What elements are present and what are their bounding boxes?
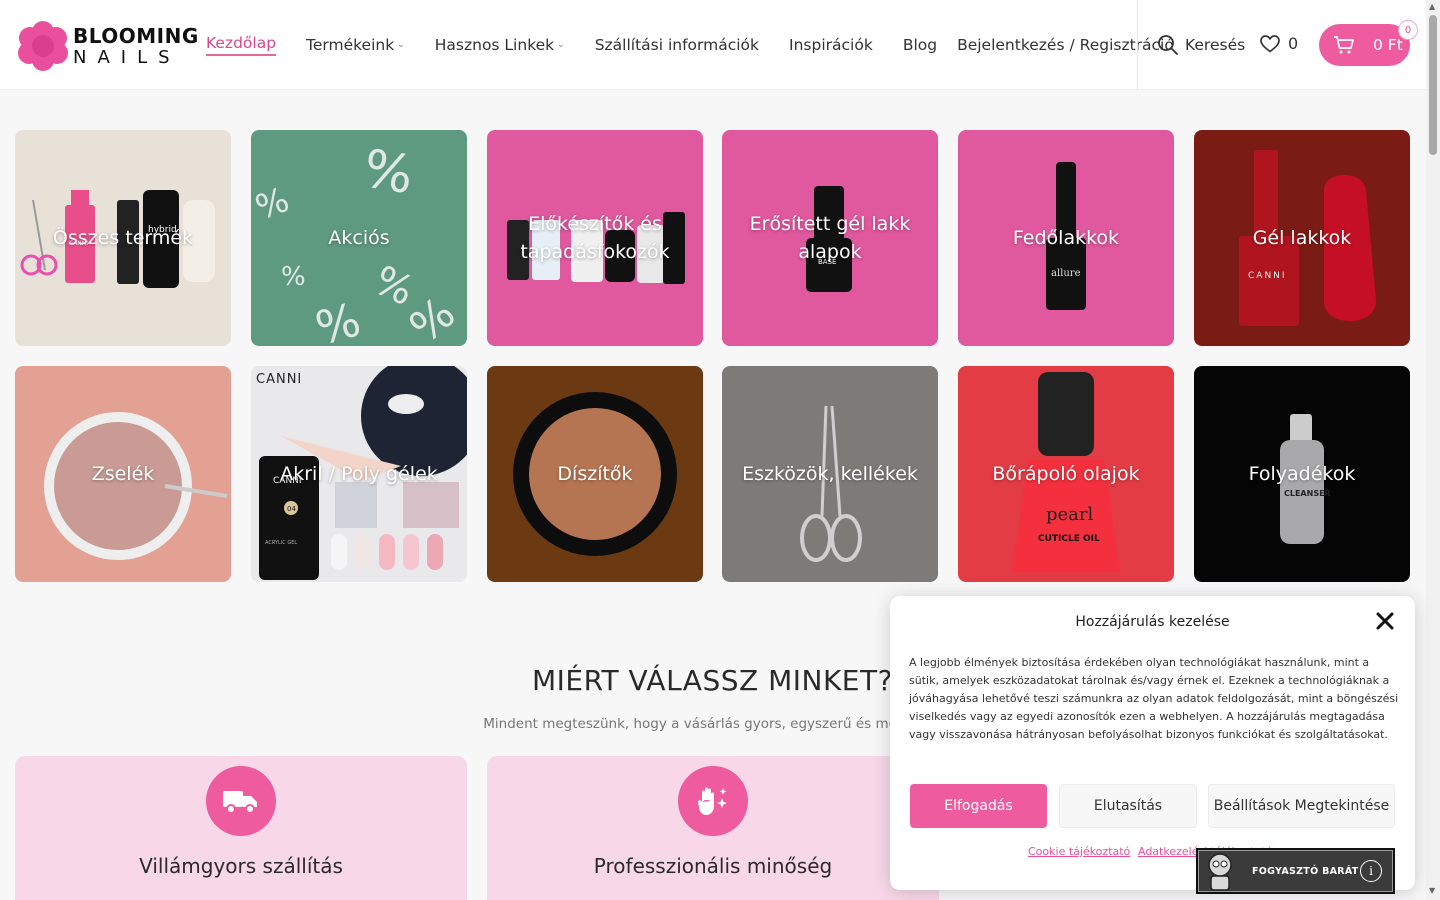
category-tile-gel-polish[interactable]: CANNI Gél lakkok xyxy=(1194,130,1410,346)
search-label: Keresés xyxy=(1185,36,1246,54)
category-label: Gél lakkok xyxy=(1252,227,1352,249)
cookie-consent-dialog: Hozzájárulás kezelése A legjobb élmények… xyxy=(890,596,1415,890)
feature-title: Professzionális minőség xyxy=(593,854,833,878)
nav-label: Inspirációk xyxy=(789,36,873,54)
site-header: BLOOMING NAILS Kezdőlap Termékeink ⌄ Hasz… xyxy=(0,0,1426,90)
category-tile-all-products[interactable]: CANNI hybrid Összes termék xyxy=(15,130,231,346)
accept-button[interactable]: Elfogadás xyxy=(910,784,1047,828)
nav-label: Szállítási információk xyxy=(594,36,760,54)
scrollbar-thumb[interactable] xyxy=(1429,15,1437,155)
nav-label: Hasznos Linkek xyxy=(434,36,555,54)
logo-text-blooming: BLOOMING xyxy=(73,23,199,48)
dialog-title: Hozzájárulás kezelése xyxy=(1075,614,1230,630)
scroll-up-arrow-icon[interactable]: ▲ xyxy=(1429,2,1435,11)
badge-label: FOGYASZTÓ BARÁT xyxy=(1252,865,1359,877)
logo-text-nails: NAILS xyxy=(73,46,181,68)
cart-amount: 0 Ft xyxy=(1373,36,1403,54)
category-label: Összes termék xyxy=(52,227,194,249)
category-tile-top-coats[interactable]: allure Fedőlakkok xyxy=(958,130,1174,346)
view-settings-button[interactable]: Beállítások Megtekintése xyxy=(1208,784,1395,828)
category-label: Eszközök, kellékek xyxy=(742,463,918,485)
nav-label: Termékeink xyxy=(306,36,395,54)
search-icon xyxy=(1158,35,1178,55)
cart-count-badge: 0 xyxy=(1398,20,1418,40)
category-tile-cuticle-oils[interactable]: pearl CUTICLE OIL Bőrápoló olajok xyxy=(958,366,1174,582)
category-label: Erősített gél lakk alapok xyxy=(749,213,911,263)
nav-item-products[interactable]: Termékeink ⌄ xyxy=(306,34,405,56)
category-tile-decorations[interactable]: Díszítők xyxy=(487,366,703,582)
page-scrollbar[interactable]: ▲ ▼ xyxy=(1426,0,1440,900)
category-label: Fedőlakkok xyxy=(1012,227,1120,249)
category-tile-acrylic-poly-gels[interactable]: CANNI CANNI 04 ACRYLIC GEL Akril / Poly … xyxy=(251,366,467,582)
cart-button[interactable]: 0 Ft xyxy=(1319,24,1410,66)
consumer-friendly-badge[interactable]: FOGYASZTÓ BARÁT i xyxy=(1196,848,1395,894)
category-tile-base-coats[interactable]: BASE Erősített gél lakk alapok xyxy=(722,130,938,346)
consent-description: A legjobb élmények biztosítása érdekében… xyxy=(909,656,1399,741)
category-label: Akciós xyxy=(328,227,390,249)
nav-item-login[interactable]: Bejelentkezés / Regisztráció xyxy=(957,34,1174,56)
close-icon[interactable] xyxy=(1374,610,1396,632)
category-tile-sale[interactable]: % % % % % % Akciós xyxy=(251,130,467,346)
info-icon[interactable]: i xyxy=(1360,860,1382,882)
category-tile-gels[interactable]: Zselék xyxy=(15,366,231,582)
heart-icon xyxy=(1260,34,1280,53)
category-tile-liquids[interactable]: CLEANSER Folyadékok xyxy=(1194,366,1410,582)
category-label: Bőrápoló olajok xyxy=(992,463,1140,485)
category-label: Folyadékok xyxy=(1248,463,1356,485)
scroll-down-arrow-icon[interactable]: ▼ xyxy=(1429,886,1435,895)
header-divider xyxy=(1137,0,1138,90)
category-tile-primers[interactable]: Előkészítők és tapadásfokozók xyxy=(487,130,703,346)
chevron-down-icon: ⌄ xyxy=(397,40,405,50)
nav-item-home[interactable]: Kezdőlap xyxy=(206,34,277,56)
sparkle-hand-icon xyxy=(678,766,748,836)
search-button[interactable]: Keresés xyxy=(1157,34,1245,56)
flower-logo-icon xyxy=(18,21,68,71)
robot-mascot-icon xyxy=(1208,853,1232,891)
wishlist-button[interactable]: 0 xyxy=(1260,34,1298,53)
cookie-policy-link[interactable]: Cookie tájékoztató xyxy=(1028,845,1130,858)
feature-card-professional-quality: Professzionális minőség xyxy=(487,756,939,900)
category-label: Előkészítők és tapadásfokozók xyxy=(520,213,670,263)
chevron-down-icon: ⌄ xyxy=(557,40,565,50)
nav-item-shipping[interactable]: Szállítási információk xyxy=(595,34,759,56)
feature-card-fast-shipping: Villámgyors szállítás xyxy=(15,756,467,900)
nav-label: Blog xyxy=(902,36,938,54)
nav-item-blog[interactable]: Blog xyxy=(903,34,937,56)
category-label: Akril / Poly gélek xyxy=(280,463,438,485)
nav-item-inspiration[interactable]: Inspirációk xyxy=(789,34,873,56)
nav-label: Kezdőlap xyxy=(206,34,277,52)
nav-item-useful-links[interactable]: Hasznos Linkek ⌄ xyxy=(435,34,565,56)
cart-icon xyxy=(1334,36,1354,54)
wishlist-count: 0 xyxy=(1288,34,1299,53)
truck-icon xyxy=(206,766,276,836)
category-label: Zselék xyxy=(91,463,155,485)
site-logo[interactable]: BLOOMING NAILS xyxy=(18,21,199,71)
nav-label: Bejelentkezés / Regisztráció xyxy=(957,36,1174,54)
category-tile-tools[interactable]: Eszközök, kellékek xyxy=(722,366,938,582)
deny-button[interactable]: Elutasítás xyxy=(1059,784,1197,828)
feature-title: Villámgyors szállítás xyxy=(139,854,343,878)
category-label: Díszítők xyxy=(557,463,633,485)
main-nav: Kezdőlap Termékeink ⌄ Hasznos Linkek ⌄ Szá… xyxy=(206,34,1174,56)
